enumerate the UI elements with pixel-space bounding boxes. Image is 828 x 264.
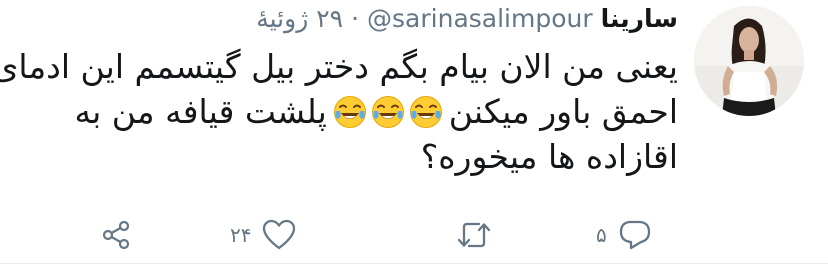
face-with-tears-of-joy-icon (333, 95, 367, 129)
tweet-text-line-1: یعنی من الان بیام بگم دختر بیل گیتسمم ای… (0, 47, 678, 86)
face-with-tears-of-joy-icon (409, 95, 443, 129)
tweet-text-segment-2: احمق باور میکنن (448, 92, 678, 131)
reply-button[interactable]: ۵ (596, 210, 653, 260)
separator-dot: · (351, 4, 360, 33)
user-handle[interactable]: @sarinasalimpour (367, 4, 593, 34)
retweet-button[interactable] (445, 210, 493, 260)
like-count: ۲۴ (230, 223, 252, 247)
emoji-group (333, 95, 443, 129)
tweet-date[interactable]: ۲۹ ژوئیهٔ (256, 4, 343, 34)
tweet-text: یعنی من الان بیام بگم دختر بیل گیتسمم ای… (0, 44, 678, 179)
display-name[interactable]: سارینا (601, 4, 678, 34)
tweet-text-line-3: اقازاده ها میخوره؟ (420, 137, 678, 176)
face-with-tears-of-joy-icon (371, 95, 405, 129)
share-icon (102, 220, 130, 250)
tweet-card[interactable]: سارینا @sarinasalimpour · ۲۹ ژوئیهٔ یعنی… (0, 0, 828, 264)
retweet-icon (457, 222, 491, 248)
share-button[interactable] (100, 210, 134, 260)
tweet-header: سارینا @sarinasalimpour · ۲۹ ژوئیهٔ (256, 4, 678, 34)
avatar-photo (694, 6, 804, 116)
heart-icon (263, 219, 296, 250)
avatar[interactable] (694, 6, 804, 116)
tweet-text-line-2: احمق باور میکنن پلشت قیافه من به (18, 89, 678, 134)
tweet-actions: ۲۴ ۵ (0, 210, 828, 260)
tweet-text-segment-1: پلشت قیافه من به (74, 92, 327, 131)
like-button[interactable]: ۲۴ (230, 210, 297, 260)
reply-count: ۵ (596, 223, 607, 247)
reply-icon (619, 220, 650, 250)
